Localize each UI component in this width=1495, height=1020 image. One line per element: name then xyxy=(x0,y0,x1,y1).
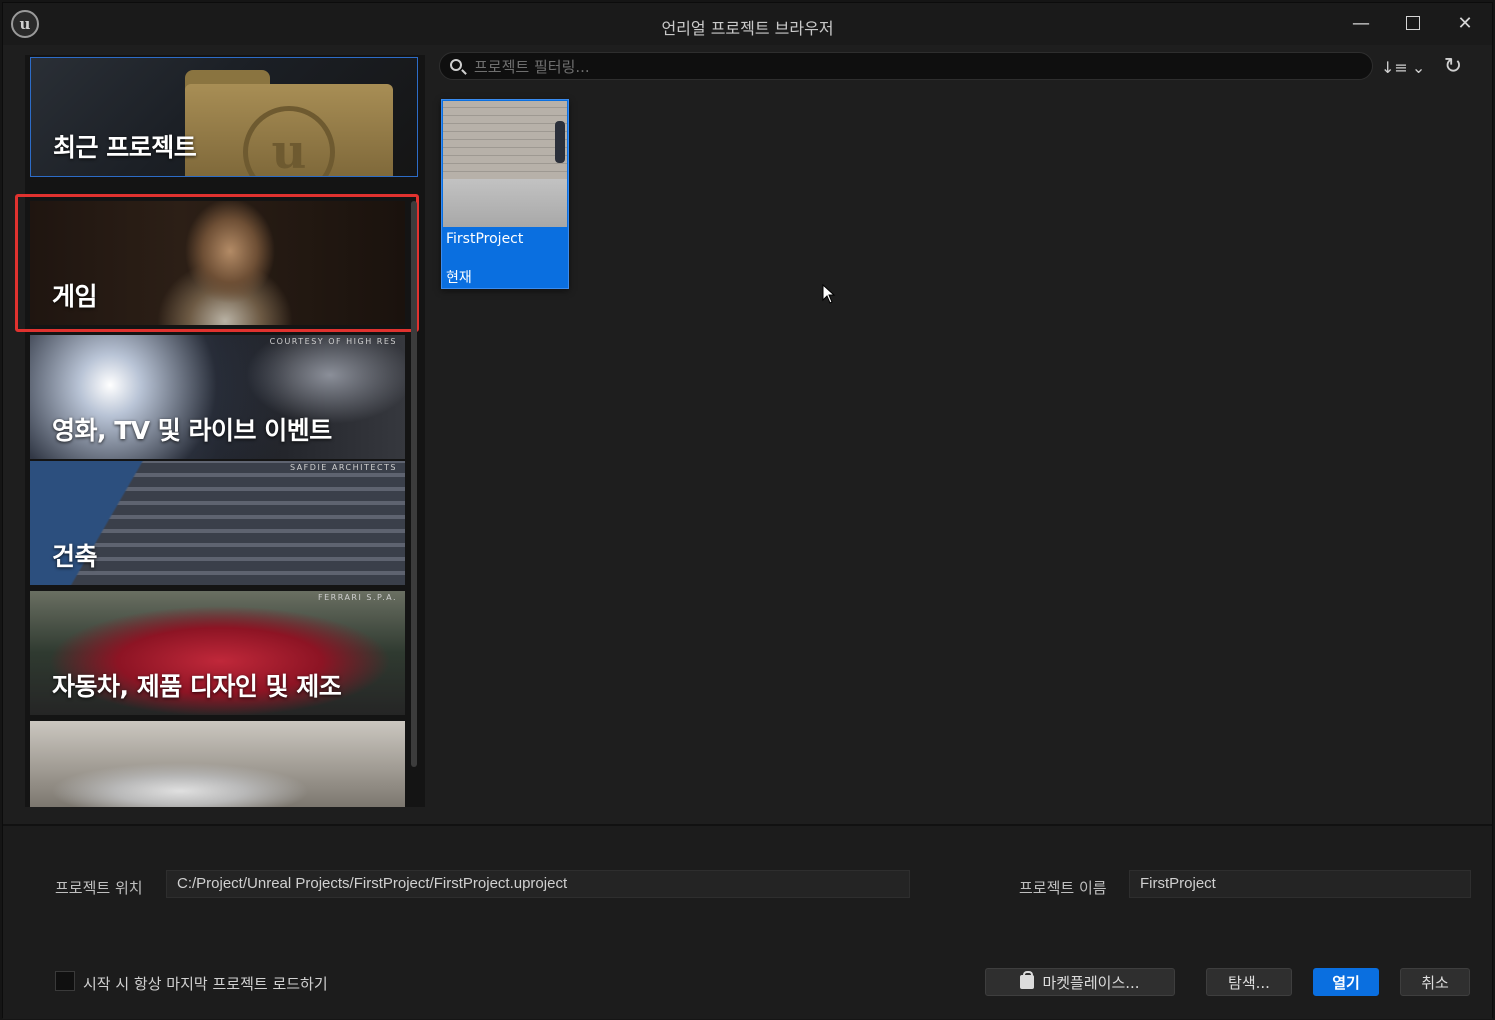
category-label: 최근 프로젝트 xyxy=(53,133,197,162)
category-aerospace[interactable] xyxy=(30,721,405,807)
category-recent-projects[interactable]: u 최근 프로젝트 xyxy=(30,57,418,177)
image-credit: COURTESY OF HIGH RES xyxy=(269,337,397,346)
project-status: 현재 xyxy=(446,270,472,286)
refresh-icon[interactable]: ↻ xyxy=(1440,54,1466,80)
window-title: 언리얼 프로젝트 브라우저 xyxy=(661,19,834,38)
chevron-down-icon: ⌄ xyxy=(1411,57,1426,77)
category-film-tv-live-events[interactable]: COURTESY OF HIGH RES 영화, TV 및 라이브 이벤트 xyxy=(30,335,405,459)
project-name-label: 프로젝트 이름 xyxy=(1019,879,1107,897)
project-location-label: 프로젝트 위치 xyxy=(55,879,143,897)
sort-icon: ↓≡ xyxy=(1381,57,1408,77)
minimize-icon[interactable]: — xyxy=(1341,9,1381,37)
category-label: 건축 xyxy=(52,542,98,571)
project-location-field[interactable]: C:/Project/Unreal Projects/FirstProject/… xyxy=(166,870,910,898)
category-architecture[interactable]: SAFDIE ARCHITECTS 건축 xyxy=(30,461,405,585)
category-label: 게임 xyxy=(52,282,98,311)
close-icon[interactable]: ✕ xyxy=(1445,9,1485,37)
autoload-label: 시작 시 항상 마지막 프로젝트 로드하기 xyxy=(83,975,328,993)
image-credit: FERRARI S.P.A. xyxy=(318,593,397,602)
browse-button[interactable]: 탐색... xyxy=(1206,968,1292,996)
marketplace-bag-icon xyxy=(1020,971,1035,989)
sort-button[interactable]: ↓≡ ⌄ xyxy=(1381,55,1426,79)
project-thumbnail xyxy=(443,101,567,227)
marketplace-button[interactable]: 마켓플레이스... xyxy=(985,968,1175,996)
project-tile[interactable]: FirstProject 현재 xyxy=(441,99,569,289)
autoload-checkbox[interactable] xyxy=(55,971,75,991)
project-filter-bar xyxy=(439,52,1373,80)
search-icon xyxy=(450,59,462,71)
category-games[interactable]: 게임 xyxy=(30,201,405,325)
category-label: 자동차, 제품 디자인 및 제조 xyxy=(52,672,342,701)
project-name-field[interactable]: FirstProject xyxy=(1129,870,1471,898)
title-bar[interactable]: u 언리얼 프로젝트 브라우저 — ✕ xyxy=(3,3,1492,45)
mouse-cursor-icon xyxy=(822,284,836,304)
category-panel: u 최근 프로젝트 게임 COURTESY OF HIGH RES 영화, TV… xyxy=(15,55,425,807)
cancel-button[interactable]: 취소 xyxy=(1400,968,1470,996)
maximize-icon[interactable] xyxy=(1393,9,1433,37)
project-name: FirstProject xyxy=(446,231,524,247)
project-filter-input[interactable] xyxy=(472,55,1356,79)
image-credit: SAFDIE ARCHITECTS xyxy=(289,463,397,472)
category-label: 영화, TV 및 라이브 이벤트 xyxy=(52,416,332,445)
category-automotive-product-design[interactable]: FERRARI S.P.A. 자동차, 제품 디자인 및 제조 xyxy=(30,591,405,715)
open-button[interactable]: 열기 xyxy=(1313,968,1379,996)
marketplace-label: 마켓플레이스... xyxy=(1042,973,1140,992)
category-scrollbar[interactable] xyxy=(411,201,417,767)
project-browser-window: u 언리얼 프로젝트 브라우저 — ✕ u 최근 프로젝트 게임 COURTES… xyxy=(2,2,1493,1019)
